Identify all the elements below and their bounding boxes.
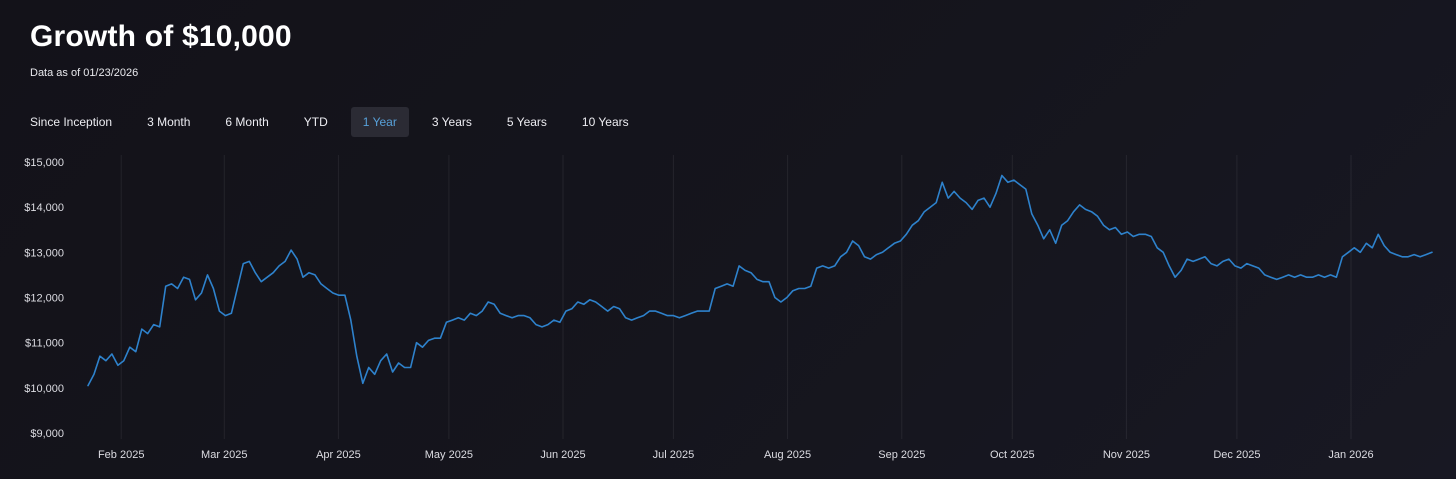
chart-header: Growth of $10,000 Data as of 01/23/2026 bbox=[0, 0, 1456, 79]
tab-3-years[interactable]: 3 Years bbox=[420, 107, 484, 137]
time-range-tabs: Since Inception 3 Month 6 Month YTD 1 Year 3 … bbox=[0, 107, 1456, 137]
tab-3-month[interactable]: 3 Month bbox=[135, 107, 202, 137]
x-axis-label: Feb 2025 bbox=[98, 449, 144, 461]
x-axis-label: Jul 2025 bbox=[653, 449, 695, 461]
y-axis-label: $10,000 bbox=[24, 383, 64, 395]
tab-since-inception[interactable]: Since Inception bbox=[18, 107, 124, 137]
y-axis-label: $9,000 bbox=[30, 428, 64, 440]
growth-line bbox=[87, 174, 1433, 387]
y-axis-label: $14,000 bbox=[24, 202, 64, 214]
tab-1-year[interactable]: 1 Year bbox=[350, 107, 409, 137]
x-axis-label: Jun 2025 bbox=[540, 449, 585, 461]
y-axis-label: $12,000 bbox=[24, 293, 64, 305]
growth-chart: Feb 2025 Mar 2025 Apr 2025 May 2025 Jun 2025… bbox=[24, 155, 1433, 461]
growth-chart-container: Feb 2025 Mar 2025 Apr 2025 May 2025 Jun 2025… bbox=[0, 143, 1456, 479]
y-axis-label: $13,000 bbox=[24, 247, 64, 259]
y-axis-label: $15,000 bbox=[24, 157, 64, 169]
x-axis-label: Apr 2025 bbox=[316, 449, 361, 461]
x-axis-label: Mar 2025 bbox=[201, 449, 247, 461]
tab-ytd[interactable]: YTD bbox=[292, 107, 340, 137]
tab-6-month[interactable]: 6 Month bbox=[213, 107, 280, 137]
x-axis-label: Dec 2025 bbox=[1213, 449, 1260, 461]
x-axis-label: Jan 2026 bbox=[1328, 449, 1373, 461]
x-axis-label: Oct 2025 bbox=[990, 449, 1035, 461]
x-axis-label: May 2025 bbox=[425, 449, 473, 461]
as-of-date: Data as of 01/23/2026 bbox=[30, 67, 139, 79]
x-axis-label: Aug 2025 bbox=[764, 449, 811, 461]
x-axis-label: Sep 2025 bbox=[878, 449, 925, 461]
y-axis-label: $11,000 bbox=[25, 338, 64, 350]
x-axis-label: Nov 2025 bbox=[1103, 449, 1150, 461]
page-title: Growth of $10,000 bbox=[30, 20, 292, 53]
tab-5-years[interactable]: 5 Years bbox=[495, 107, 559, 137]
tab-10-years[interactable]: 10 Years bbox=[570, 107, 641, 137]
